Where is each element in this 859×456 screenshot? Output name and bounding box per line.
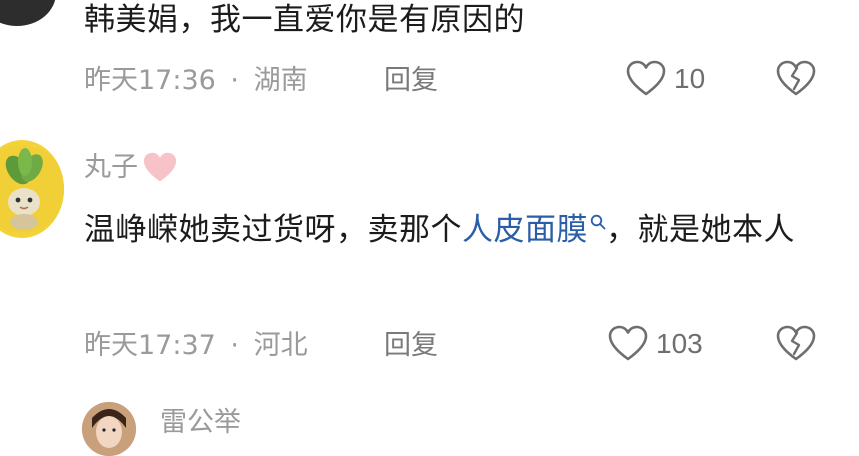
comment-location: 湖南: [253, 65, 308, 96]
search-icon: [590, 214, 606, 230]
avatar[interactable]: [0, 0, 56, 26]
avatar[interactable]: [82, 402, 136, 456]
comment-location: 河北: [253, 330, 308, 361]
broken-heart-icon: [776, 325, 816, 363]
username[interactable]: 丸子: [84, 151, 138, 185]
like-button[interactable]: 10: [626, 60, 705, 98]
comment-meta: 昨天17:37 · 河北: [84, 329, 308, 363]
avatar[interactable]: [0, 140, 64, 238]
comment-time: 昨天17:36: [84, 65, 216, 96]
dislike-button[interactable]: [776, 325, 816, 363]
comment-text: 韩美娟，我一直爱你是有原因的: [84, 2, 525, 38]
heart-outline-icon: [608, 325, 648, 363]
comment-text: 温峥嵘她卖过货呀，卖那个人皮面膜 ，就是她本人: [84, 212, 795, 248]
broken-heart-icon: [776, 60, 816, 98]
like-count: 103: [656, 328, 703, 359]
like-count: 10: [674, 63, 706, 94]
username[interactable]: 雷公举: [160, 406, 241, 440]
pink-heart-icon: [142, 151, 178, 185]
comment-meta: 昨天17:36 · 湖南: [84, 64, 308, 98]
dislike-button[interactable]: [776, 60, 816, 98]
comment-author: 丸子: [84, 151, 178, 185]
like-button[interactable]: 103: [608, 325, 703, 363]
reply-button[interactable]: 回复: [384, 64, 438, 98]
comment-time: 昨天17:37: [84, 330, 216, 361]
meta-separator: ·: [230, 65, 239, 96]
plant-mascot-icon: [0, 145, 64, 233]
meta-separator: ·: [230, 330, 239, 361]
reply-button[interactable]: 回复: [384, 329, 438, 363]
heart-outline-icon: [626, 60, 666, 98]
portrait-icon: [82, 402, 136, 456]
search-link[interactable]: 人皮面膜: [462, 212, 606, 248]
